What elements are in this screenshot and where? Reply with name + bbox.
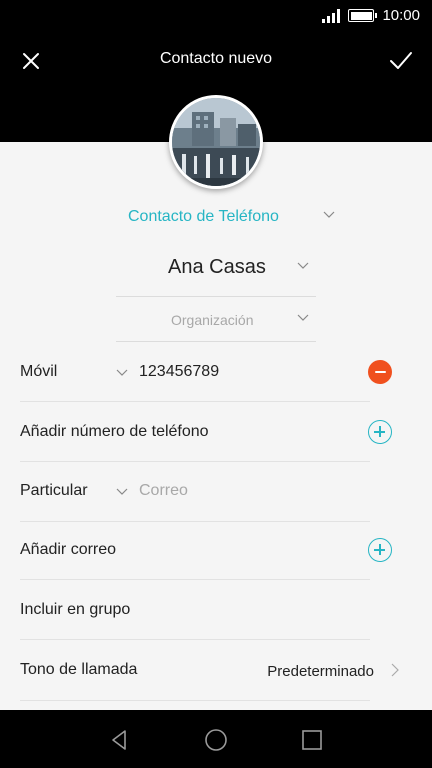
ringtone-row[interactable]: Tono de llamada Predeterminado bbox=[20, 641, 399, 701]
page-title: Contacto nuevo bbox=[159, 50, 273, 67]
email-input[interactable]: Correo bbox=[139, 482, 188, 500]
add-icon bbox=[368, 538, 392, 562]
organization-placeholder: Organización bbox=[171, 312, 254, 328]
phone-number-input[interactable]: 123456789 bbox=[139, 363, 219, 381]
signal-icon bbox=[322, 8, 341, 23]
battery-icon bbox=[348, 9, 378, 22]
photo-image bbox=[172, 98, 260, 186]
ringtone-label: Tono de llamada bbox=[20, 661, 138, 678]
account-selector[interactable]: Contacto de Teléfono bbox=[0, 206, 432, 230]
phone-type-selector[interactable]: Móvil bbox=[20, 363, 57, 381]
ringtone-value: Predeterminado bbox=[267, 663, 374, 680]
name-field[interactable]: Ana Casas bbox=[116, 253, 316, 297]
navigation-bar bbox=[0, 710, 432, 768]
add-email-button[interactable] bbox=[368, 538, 392, 562]
remove-phone-button[interactable] bbox=[368, 360, 392, 384]
name-value: Ana Casas bbox=[168, 256, 266, 278]
back-button[interactable] bbox=[106, 726, 134, 754]
save-button[interactable] bbox=[384, 44, 418, 78]
add-phone-row[interactable]: Añadir número de teléfono bbox=[20, 402, 392, 462]
chevron-down-icon bbox=[297, 314, 309, 321]
chevron-down-icon bbox=[323, 211, 335, 218]
chevron-down-icon[interactable] bbox=[116, 488, 128, 496]
chevron-down-icon bbox=[297, 262, 309, 269]
recents-button[interactable] bbox=[298, 726, 326, 754]
home-icon bbox=[205, 729, 227, 751]
chevron-down-icon[interactable] bbox=[116, 369, 128, 377]
organization-field[interactable]: Organización bbox=[116, 298, 316, 342]
contact-photo[interactable] bbox=[169, 95, 263, 189]
status-bar: 10:00 bbox=[0, 0, 432, 32]
add-phone-button[interactable] bbox=[368, 420, 392, 444]
add-icon bbox=[368, 420, 392, 444]
back-icon bbox=[112, 730, 126, 750]
remove-icon bbox=[368, 360, 392, 384]
home-button[interactable] bbox=[202, 726, 230, 754]
phone-row: Móvil 123456789 bbox=[20, 342, 392, 402]
group-label: Incluir en grupo bbox=[20, 601, 131, 618]
add-phone-label: Añadir número de teléfono bbox=[20, 423, 209, 440]
chevron-right-icon bbox=[391, 663, 399, 677]
status-time: 10:00 bbox=[382, 7, 420, 24]
account-label: Contacto de Teléfono bbox=[128, 208, 279, 225]
recents-icon bbox=[302, 730, 322, 750]
group-row[interactable]: Incluir en grupo bbox=[20, 580, 370, 640]
add-email-label: Añadir correo bbox=[20, 541, 117, 558]
check-icon bbox=[390, 52, 412, 69]
add-email-row[interactable]: Añadir correo bbox=[20, 520, 392, 580]
email-row: Particular Correo bbox=[20, 462, 370, 522]
email-type-selector[interactable]: Particular bbox=[20, 482, 88, 500]
